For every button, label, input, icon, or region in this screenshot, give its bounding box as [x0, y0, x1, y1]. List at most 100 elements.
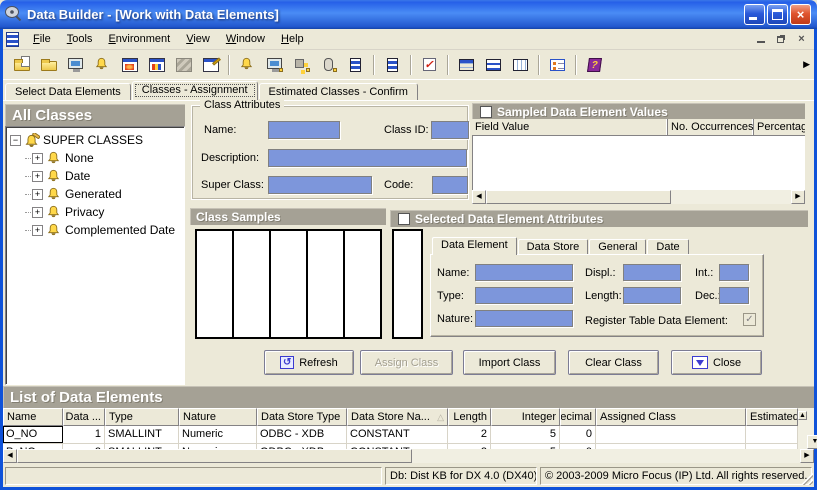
folder-button[interactable] — [36, 52, 61, 77]
column-header-estimated[interactable]: Estimated — [746, 408, 798, 426]
attr-nature-field[interactable] — [475, 310, 573, 327]
tree-expand-box[interactable]: + — [32, 225, 43, 236]
resize-grip[interactable] — [801, 473, 813, 485]
grid-scroll-left-icon[interactable]: ◀ — [3, 449, 17, 463]
maximize-button[interactable] — [767, 4, 788, 25]
options-list-button[interactable] — [545, 52, 570, 77]
column-header-data-store-type[interactable]: Data Store Type — [257, 408, 347, 426]
window-edit-button[interactable] — [198, 52, 223, 77]
attr-length-field[interactable] — [623, 287, 681, 304]
column-header-length[interactable]: Length — [448, 408, 491, 426]
tree-expand-box[interactable]: + — [32, 171, 43, 182]
data-list-button[interactable] — [343, 52, 368, 77]
menu-file[interactable]: File — [25, 30, 59, 48]
data-elements-list-button[interactable] — [380, 52, 405, 77]
column-header-type[interactable]: Type — [105, 408, 179, 426]
assign-class-button[interactable]: Assign Class — [360, 350, 453, 375]
grid-scroll-right-icon[interactable]: ▶ — [800, 449, 814, 463]
refresh-button[interactable]: ↺Refresh — [264, 350, 354, 375]
bell-assign-button[interactable] — [235, 52, 260, 77]
class-name-field[interactable] — [268, 121, 340, 139]
tree-item-date[interactable]: +Date — [10, 167, 182, 185]
column-header-assigned-class[interactable]: Assigned Class — [596, 408, 746, 426]
window-disabled-button[interactable] — [171, 52, 196, 77]
mdi-close-button[interactable]: × — [793, 32, 810, 47]
sampled-values-list[interactable] — [472, 136, 805, 190]
grid-scrollbar-thumb[interactable] — [17, 449, 412, 463]
confirm-check-button[interactable]: ✓ — [417, 52, 442, 77]
clear-class-button[interactable]: Clear Class — [568, 350, 659, 375]
register-table-checkbox[interactable]: ✓ — [743, 313, 756, 326]
tree-item-privacy[interactable]: +Privacy — [10, 203, 182, 221]
menu-view[interactable]: View — [178, 30, 218, 48]
grid-scrollbar-track[interactable] — [412, 449, 800, 463]
tree-item-generated[interactable]: +Generated — [10, 185, 182, 203]
sampled-column-percentag[interactable]: Percentag — [754, 119, 805, 135]
tab-estimated-classes-confirm[interactable]: Estimated Classes - Confirm — [259, 83, 418, 100]
window-properties-button[interactable] — [144, 52, 169, 77]
mouse-sample-button[interactable] — [316, 52, 341, 77]
column-header-nature[interactable]: Nature — [179, 408, 257, 426]
tree-root[interactable]: −SUPER CLASSES — [10, 131, 182, 149]
attr-tab-general[interactable]: General — [589, 239, 646, 255]
tree-collapse-box[interactable]: − — [10, 135, 21, 146]
mdi-minimize-button[interactable] — [753, 32, 770, 47]
menu-environment[interactable]: Environment — [100, 30, 178, 48]
tab-classes-assignment[interactable]: Classes - Assignment — [132, 81, 258, 100]
attr-dec-field[interactable] — [719, 287, 749, 304]
code-field[interactable] — [432, 176, 468, 194]
scroll-down-icon[interactable]: ▼ — [807, 435, 817, 449]
tree-expand-box[interactable]: + — [32, 189, 43, 200]
tree-expand-box[interactable]: + — [32, 207, 43, 218]
close-button[interactable]: Close — [671, 350, 762, 375]
screen-button[interactable] — [63, 52, 88, 77]
import-fire-button[interactable] — [117, 52, 142, 77]
screen-sample-button[interactable] — [262, 52, 287, 77]
column-header-data[interactable]: Data ... — [63, 408, 105, 426]
scroll-up-icon[interactable]: ▲ — [798, 411, 807, 420]
attr-int-field[interactable] — [719, 264, 749, 281]
column-header-name[interactable]: Name — [3, 408, 63, 426]
scroll-right-icon[interactable]: ▶ — [791, 190, 805, 204]
attr-type-field[interactable] — [475, 287, 573, 304]
super-class-field[interactable] — [268, 176, 372, 194]
attr-tab-data-store[interactable]: Data Store — [518, 239, 589, 255]
menu-tools[interactable]: Tools — [59, 30, 101, 48]
sampled-column-field-value[interactable]: Field Value — [472, 119, 668, 135]
class-tree[interactable]: −SUPER CLASSES+None+Date+Generated+Priva… — [5, 126, 185, 385]
attr-tab-data-element[interactable]: Data Element — [432, 237, 517, 255]
menu-help[interactable]: Help — [273, 30, 312, 48]
attr-tab-date[interactable]: Date — [647, 239, 688, 255]
table-columns-button[interactable] — [508, 52, 533, 77]
attr-name-field[interactable] — [475, 264, 573, 281]
column-header-data-store-na[interactable]: Data Store Na...△ — [347, 408, 448, 426]
minimize-button[interactable] — [744, 4, 765, 25]
selected-attributes-checkbox[interactable] — [398, 213, 410, 225]
tree-item-none[interactable]: +None — [10, 149, 182, 167]
attr-displ-field[interactable] — [623, 264, 681, 281]
open-output-button[interactable] — [9, 52, 34, 77]
tree-expand-box[interactable]: + — [32, 153, 43, 164]
help-book-button[interactable]: ? — [582, 52, 607, 77]
column-header-integer[interactable]: Integer — [491, 408, 560, 426]
table-rows-button[interactable] — [481, 52, 506, 77]
scroll-left-icon[interactable]: ◀ — [472, 190, 486, 204]
table-row[interactable]: O_NO1SMALLINTNumericODBC - XDBCONSTANT25… — [3, 426, 798, 444]
description-field[interactable] — [268, 149, 467, 167]
class-assign-button[interactable] — [289, 52, 314, 77]
class-id-field[interactable] — [431, 121, 469, 139]
column-header-decimal[interactable]: Decimal — [560, 408, 596, 426]
scrollbar-thumb[interactable] — [486, 190, 671, 204]
alarm-bell-button[interactable] — [90, 52, 115, 77]
table-horizontal-button[interactable] — [454, 52, 479, 77]
tree-item-complemented-date[interactable]: +Complemented Date — [10, 221, 182, 239]
sampled-column-no-occurrences[interactable]: No. Occurrences — [668, 119, 754, 135]
mdi-restore-button[interactable] — [773, 32, 790, 47]
close-button[interactable]: × — [790, 4, 811, 25]
tab-select-data-elements[interactable]: Select Data Elements — [5, 83, 131, 100]
toolbar-overflow-arrow[interactable]: ▶ — [803, 59, 810, 70]
sampled-values-checkbox[interactable] — [480, 106, 492, 118]
scrollbar-track[interactable] — [671, 190, 791, 204]
import-class-button[interactable]: Import Class — [463, 350, 556, 375]
menu-window[interactable]: Window — [218, 30, 273, 48]
